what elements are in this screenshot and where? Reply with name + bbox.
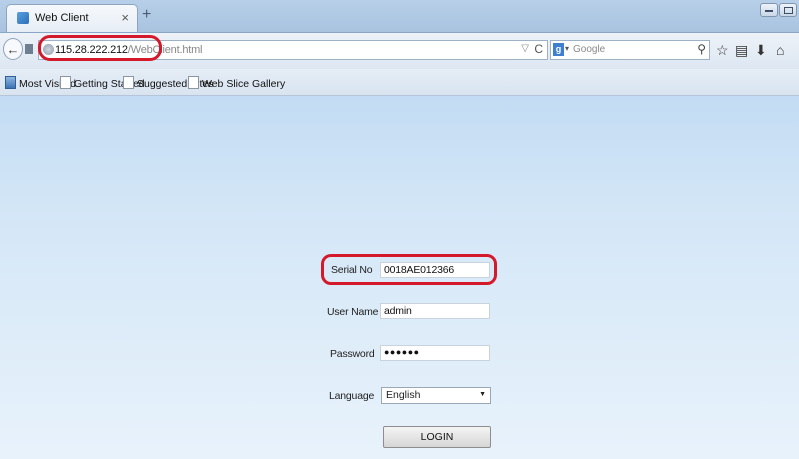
language-select[interactable]: English ▼ xyxy=(381,387,491,404)
url-history-dropdown-icon[interactable]: ▽ xyxy=(521,43,529,54)
tab-title: Web Client xyxy=(35,12,89,24)
user-name-field[interactable]: admin xyxy=(380,303,490,319)
user-name-label: User Name xyxy=(327,306,379,318)
serial-highlight-annotation xyxy=(321,254,497,285)
tab-strip: Web Client × + xyxy=(0,0,799,33)
page-menu-icon[interactable] xyxy=(25,44,33,54)
tab-close-button[interactable]: × xyxy=(121,10,129,25)
url-highlight-annotation xyxy=(38,35,162,61)
back-button[interactable]: ← xyxy=(3,38,23,60)
home-icon[interactable]: ⌂ xyxy=(776,43,784,57)
maximize-button[interactable] xyxy=(779,3,797,17)
minimize-button[interactable] xyxy=(760,3,778,17)
clipboard-icon[interactable]: ▤ xyxy=(735,43,748,57)
page-icon xyxy=(123,76,134,89)
password-field[interactable]: ●●●●●● xyxy=(380,345,490,361)
favicon-icon xyxy=(17,12,29,24)
search-box[interactable]: g ▾ ⚲ xyxy=(550,40,710,60)
bookmark-label: Web Slice Gallery xyxy=(202,78,286,90)
tab-web-client[interactable]: Web Client × xyxy=(6,4,138,32)
language-selected-value: English xyxy=(386,389,421,401)
bookmark-web-slice-gallery[interactable]: Web Slice Gallery xyxy=(188,76,285,90)
language-label: Language xyxy=(329,390,375,402)
download-icon[interactable]: ⬇ xyxy=(755,43,767,57)
most-visited-icon xyxy=(5,76,16,89)
search-icon[interactable]: ⚲ xyxy=(697,42,706,56)
login-button[interactable]: LOGIN xyxy=(383,426,491,448)
google-icon[interactable]: g xyxy=(553,43,564,56)
reload-icon[interactable]: C xyxy=(534,42,543,56)
search-engine-dropdown-icon[interactable]: ▾ xyxy=(565,44,569,53)
bookmarks-bar: Most Visited Getting Started Suggested S… xyxy=(0,69,799,96)
password-label: Password xyxy=(330,348,375,360)
chevron-down-icon: ▼ xyxy=(479,391,486,398)
search-input[interactable] xyxy=(573,42,691,57)
page-icon xyxy=(188,76,199,89)
bookmark-star-icon[interactable]: ☆ xyxy=(716,43,729,57)
page-icon xyxy=(60,76,71,89)
new-tab-button[interactable]: + xyxy=(142,6,151,24)
